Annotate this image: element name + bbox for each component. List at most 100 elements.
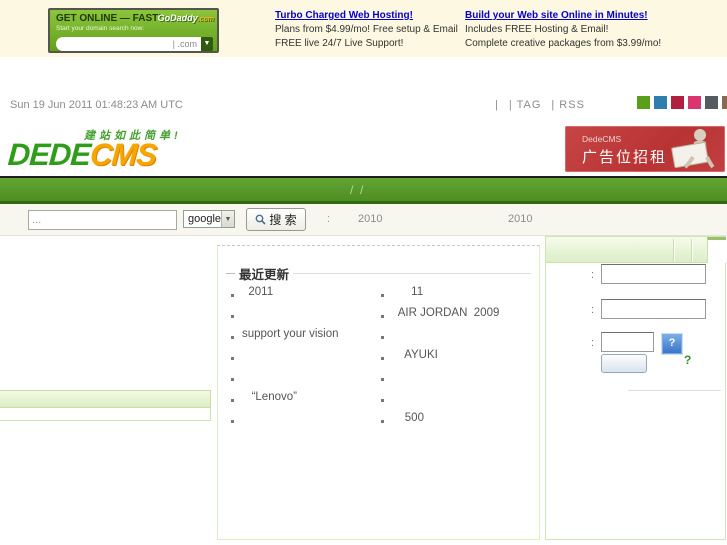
godaddy-banner[interactable]: GET ONLINE — FAST! Start your domain sea…	[48, 8, 219, 53]
bullet-icon	[381, 420, 384, 423]
engine-selected-value: google	[188, 213, 222, 225]
tag-link[interactable]: | TAG	[509, 99, 542, 111]
bullet-icon	[231, 294, 234, 297]
header-dash	[226, 273, 235, 274]
list-item	[228, 412, 378, 433]
captcha-help-button[interactable]: ?	[662, 334, 682, 354]
list-item-text: AYUKI	[392, 349, 438, 361]
active-tab[interactable]	[707, 237, 726, 263]
username-label: :	[590, 269, 594, 281]
bullet-icon	[381, 315, 384, 318]
color-swatches	[637, 96, 727, 109]
offer-website-line1: Includes FREE Hosting & Email!	[465, 24, 609, 35]
search-input[interactable]	[28, 210, 177, 230]
bullet-icon	[231, 378, 234, 381]
username-field[interactable]	[601, 264, 706, 284]
bullet-icon	[231, 315, 234, 318]
engine-select[interactable]: google ▼	[183, 210, 235, 228]
list-item-text: “Lenovo”	[242, 391, 297, 403]
bullet-icon	[381, 294, 384, 297]
recent-left: 2011 support your vision “Lenovo”	[228, 286, 378, 433]
list-item[interactable]: 11	[378, 286, 536, 307]
list-item	[228, 307, 378, 328]
recent-updates-header: 最近更新	[226, 264, 531, 283]
godaddy-ad-strip: GET ONLINE — FAST! Start your domain sea…	[0, 0, 727, 57]
list-item[interactable]: 2011	[228, 286, 378, 307]
search-row: google ▼ 搜 索 : 2010 2010	[0, 204, 727, 236]
chevron-down-icon: ▼	[221, 211, 234, 227]
main-navbar[interactable]: / /	[0, 176, 727, 204]
godaddy-logo: GoDaddy.com	[157, 13, 214, 23]
login-box-divider	[628, 390, 721, 391]
status-row: Sun 19 Jun 2011 01:48:23 AM UTC | | TAG …	[0, 90, 727, 122]
left-box-header	[0, 390, 211, 408]
list-item-text: AIR JORDAN 2009	[392, 307, 500, 319]
recent-updates-list: 2011 support your vision “Lenovo” 11 AIR …	[228, 286, 536, 433]
bullet-icon	[381, 399, 384, 402]
list-item[interactable]: support your vision	[228, 328, 378, 349]
bullet-icon	[381, 357, 384, 360]
login-button[interactable]	[601, 354, 647, 373]
color-swatch[interactable]	[705, 96, 718, 109]
color-swatch[interactable]	[654, 96, 667, 109]
offer-hosting-link[interactable]: Turbo Charged Web Hosting!	[275, 10, 413, 21]
hotword-link-1[interactable]: 2010	[358, 213, 382, 225]
forgot-password-link[interactable]: ?	[684, 353, 691, 367]
list-item[interactable]: AIR JORDAN 2009	[378, 307, 536, 328]
ad-banner-text: 广告位招租	[582, 149, 668, 166]
color-swatch[interactable]	[688, 96, 701, 109]
recent-updates-box: 最近更新 2011 support your vision “Lenovo” 11…	[217, 245, 540, 540]
search-button-label: 搜 索	[269, 213, 297, 227]
bullet-icon	[381, 378, 384, 381]
list-item[interactable]: 500	[378, 412, 536, 433]
bullet-icon	[381, 336, 384, 339]
list-item	[378, 391, 536, 412]
list-item-text: support your vision	[242, 328, 339, 340]
ad-banner[interactable]: DedeCMS 广告位招租	[565, 126, 725, 172]
datetime-text: Sun 19 Jun 2011 01:48:23 AM UTC	[10, 99, 183, 111]
login-box-header	[546, 237, 726, 263]
list-item	[228, 370, 378, 391]
domain-search-input[interactable]: | .com	[56, 37, 201, 51]
bullet-icon	[231, 357, 234, 360]
hotword-link-2[interactable]: 2010	[508, 213, 532, 225]
left-box-body	[0, 408, 211, 421]
bullet-icon	[231, 399, 234, 402]
login-box: : : : ? ?	[545, 236, 726, 540]
main-content: 最近更新 2011 support your vision “Lenovo” 11…	[0, 236, 727, 545]
list-item-text: 2011	[242, 286, 274, 298]
list-item[interactable]: “Lenovo”	[228, 391, 378, 412]
list-item	[228, 349, 378, 370]
offer-website-line2: Complete creative packages from $3.99/mo…	[465, 38, 662, 49]
captcha-label: :	[590, 337, 594, 349]
recent-updates-title: 最近更新	[239, 268, 290, 282]
hotwords-colon: :	[327, 213, 331, 225]
tld-dropdown-button[interactable]: ▼	[201, 37, 213, 51]
header-rule	[293, 273, 531, 274]
password-field[interactable]	[601, 299, 706, 319]
banner-subheadline: Start your domain search now:	[56, 25, 145, 32]
offer-website-link[interactable]: Build your Web site Online in Minutes!	[465, 10, 648, 21]
recent-right: 11 AIR JORDAN 2009 AYUKI 500	[378, 286, 536, 433]
offer-website: Build your Web site Online in Minutes! I…	[465, 9, 661, 51]
color-swatch[interactable]	[722, 96, 727, 109]
search-icon	[255, 214, 266, 225]
tab-divider	[691, 239, 692, 262]
list-item[interactable]: AYUKI	[378, 349, 536, 370]
nav-separators: / /	[350, 183, 364, 197]
color-swatch[interactable]	[671, 96, 684, 109]
password-label: :	[590, 304, 594, 316]
hosted-notice-row: This page is hosted free, courtesy of Go…	[0, 57, 727, 143]
figure-with-sign-icon	[671, 129, 715, 169]
offer-hosting: Turbo Charged Web Hosting! Plans from $4…	[275, 9, 458, 51]
color-swatch[interactable]	[637, 96, 650, 109]
rss-link[interactable]: | RSS	[551, 99, 585, 111]
ad-banner-brand: DedeCMS	[582, 134, 622, 144]
dedecms-logo[interactable]: DEDECMS	[7, 137, 157, 173]
bullet-icon	[231, 420, 234, 423]
bullet-icon	[231, 336, 234, 339]
left-sidebar-box	[0, 390, 211, 421]
page: GET ONLINE — FAST! Start your domain sea…	[0, 0, 727, 545]
captcha-field[interactable]	[601, 332, 654, 352]
search-button[interactable]: 搜 索	[246, 208, 306, 231]
